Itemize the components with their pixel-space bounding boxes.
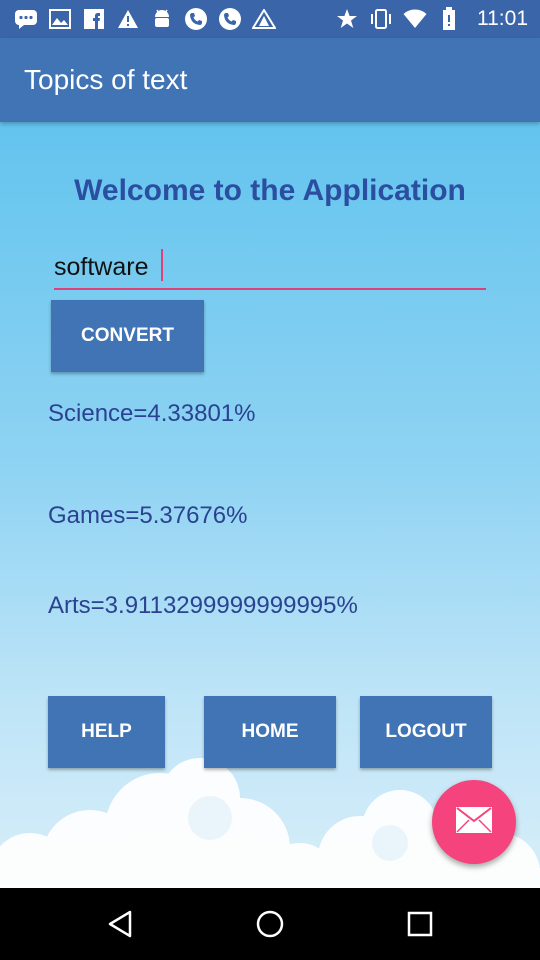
star-icon [335,7,359,31]
facebook-icon [82,7,106,31]
result-games: Games=5.37676% [48,502,248,529]
android-icon [150,7,174,31]
app-title: Topics of text [24,64,188,95]
help-button[interactable]: HELP [48,696,165,768]
status-time: 11:01 [477,7,528,30]
image-icon [48,7,72,31]
logout-button[interactable]: LOGOUT [360,696,492,768]
status-bar: 11:01 [0,0,540,38]
app-bar: Topics of text [0,38,540,122]
wifi-icon [403,7,427,31]
text-input[interactable] [54,246,486,290]
shape-icon [252,7,276,31]
result-arts: Arts=3.9113299999999995% [48,592,358,619]
recents-icon[interactable] [402,906,438,942]
home-button[interactable]: HOME [204,696,336,768]
chat-icon [14,7,38,31]
vibrate-icon [369,7,393,31]
phone-icon [218,7,242,31]
phone-icon [184,7,208,31]
result-science: Science=4.33801% [48,400,256,427]
main-content: Welcome to the Application CONVERT Scien… [0,122,540,888]
email-fab-button[interactable] [432,780,516,864]
home-circle-icon[interactable] [252,906,288,942]
convert-button[interactable]: CONVERT [51,300,204,372]
welcome-heading: Welcome to the Application [74,174,466,207]
navigation-bar [0,888,540,960]
text-cursor [161,249,163,281]
warning-icon [116,7,140,31]
back-icon[interactable] [102,906,138,942]
battery-icon [437,7,461,31]
email-icon [455,806,493,839]
